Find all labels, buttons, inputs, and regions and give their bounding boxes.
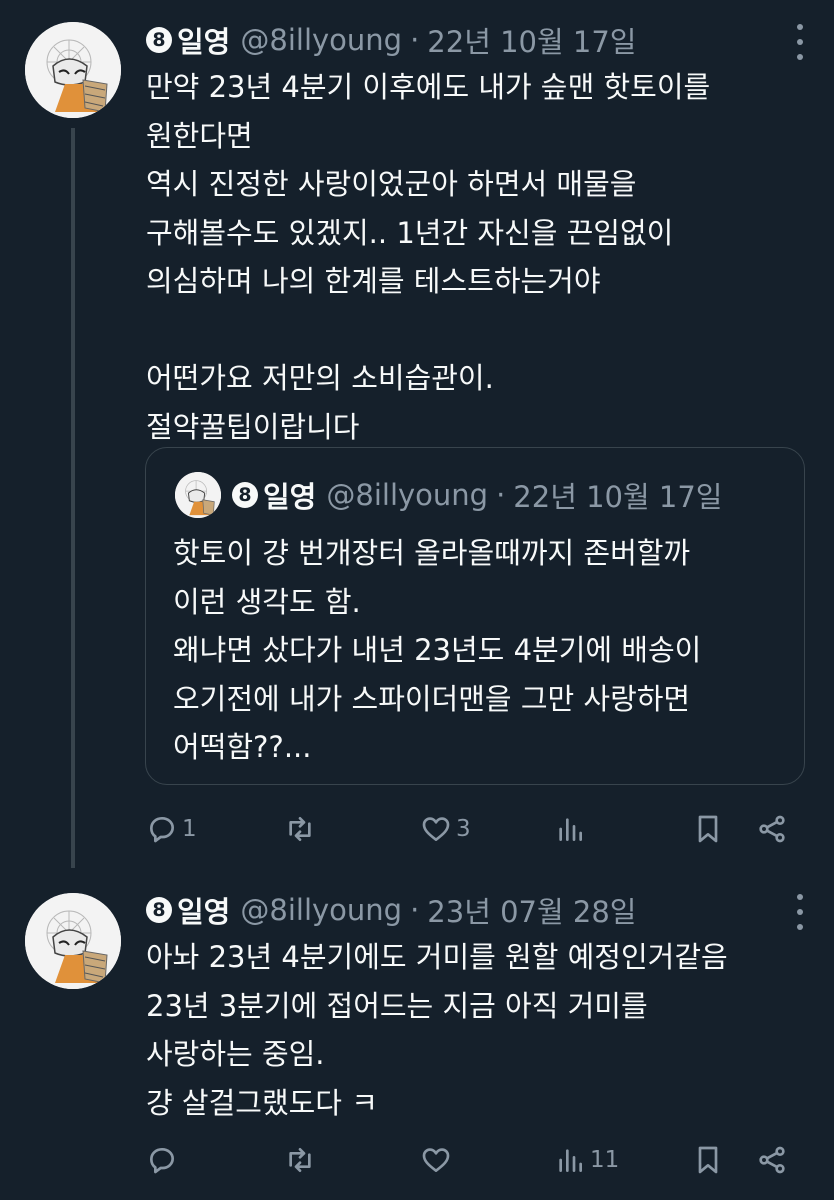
bookmark-icon — [698, 815, 718, 843]
avatar-image — [25, 22, 121, 118]
bookmark-button[interactable] — [692, 1140, 724, 1180]
reply-button[interactable]: 1 — [146, 809, 197, 849]
text-line: 걍 살걸그랬도다 ㅋ — [146, 1085, 378, 1120]
text-line: 오기전에 내가 스파이더맨을 그만 사랑하면 — [173, 681, 691, 716]
avatar-image — [25, 893, 121, 989]
text-line: 핫토이 걍 번개장터 올라올때까지 존버할까 — [173, 536, 691, 570]
views-count: 11 — [590, 1147, 620, 1173]
bookmark-icon — [698, 1146, 718, 1174]
name-badge: 8 — [146, 27, 172, 53]
text-line: 어떤가요 저만의 소비습관이. — [146, 361, 494, 395]
reply-icon — [150, 817, 174, 843]
text-line: 아놔 23년 4분기에도 거미를 원할 예정인거같음 — [146, 940, 728, 974]
quote-text: 핫토이 걍 번개장터 올라올때까지 존버할까 이런 생각도 함. 왜냐면 샀다가… — [173, 529, 701, 772]
bookmark-button[interactable] — [692, 809, 724, 849]
name-badge: 8 — [232, 482, 258, 508]
text-line: 원한다면 — [146, 118, 253, 153]
reply-count: 1 — [182, 816, 197, 842]
user-handle[interactable]: @8illyoung — [326, 478, 488, 512]
thread-line — [71, 128, 75, 868]
tweet-date[interactable]: 22년 10월 17일 — [513, 474, 722, 516]
views-icon — [559, 818, 582, 841]
reply-icon — [150, 1148, 174, 1174]
text-line: 절약꿀팁이랍니다 — [146, 409, 360, 444]
tweet-date[interactable]: 22년 10월 17일 — [427, 19, 636, 61]
share-icon — [759, 815, 785, 843]
tweet-text: 아놔 23년 4분기에도 거미를 원할 예정인거같음 23년 3분기에 접어드는… — [146, 933, 806, 1127]
text-line: 의심하며 나의 한계를 테스트하는거야 — [146, 264, 601, 298]
like-count: 3 — [456, 816, 471, 842]
quoted-tweet[interactable]: 8 일영 @8illyoung · 22년 10월 17일 핫토이 걍 번개장터… — [145, 447, 805, 785]
text-line: 구해볼수도 있겠지.. 1년간 자신을 끈임없이 — [146, 215, 674, 250]
user-handle[interactable]: @8illyoung — [240, 893, 402, 927]
reply-button[interactable] — [146, 1140, 182, 1180]
display-name[interactable]: 일영 — [177, 889, 230, 931]
share-icon — [759, 1146, 785, 1174]
tweet-text: 만약 23년 4분기 이후에도 내가 슾맨 핫토이를 원한다면 역시 진정한 사… — [146, 63, 806, 451]
retweet-icon — [289, 817, 311, 841]
tweet-date[interactable]: 23년 07월 28일 — [427, 889, 636, 931]
retweet-button[interactable] — [284, 1140, 320, 1180]
avatar[interactable] — [25, 22, 121, 118]
more-icon[interactable] — [796, 24, 804, 60]
like-button[interactable]: 3 — [420, 809, 471, 849]
separator: · — [410, 23, 420, 57]
avatar[interactable] — [175, 472, 221, 518]
heart-icon — [422, 1148, 450, 1172]
views-button[interactable] — [554, 809, 590, 849]
retweet-icon — [289, 1148, 311, 1172]
text-line: 어떡함??... — [173, 730, 312, 764]
heart-icon — [422, 817, 450, 841]
quote-header: 8 일영 @8illyoung · 22년 10월 17일 — [232, 475, 722, 515]
tweet-actions: 11 — [146, 1140, 796, 1180]
user-handle[interactable]: @8illyoung — [240, 23, 402, 57]
retweet-button[interactable] — [284, 809, 320, 849]
separator: · — [410, 893, 420, 927]
text-line — [146, 306, 806, 355]
text-line: 만약 23년 4분기 이후에도 내가 슾맨 핫토이를 — [146, 70, 711, 104]
text-line: 역시 진정한 사랑이었군아 하면서 매물을 — [146, 167, 637, 201]
tweet-actions: 1 3 — [146, 809, 796, 849]
text-line: 왜냐면 샀다가 내년 23년도 4분기에 배송이 — [173, 633, 702, 667]
display-name[interactable]: 일영 — [177, 19, 230, 61]
views-icon — [559, 1149, 582, 1172]
like-button[interactable] — [420, 1140, 456, 1180]
avatar[interactable] — [25, 893, 121, 989]
views-button[interactable]: 11 — [554, 1140, 619, 1180]
display-name[interactable]: 일영 — [263, 474, 316, 516]
more-icon[interactable] — [796, 894, 804, 930]
tweet-header: 8 일영 @8illyoung · 22년 10월 17일 — [146, 20, 636, 60]
text-line: 이런 생각도 함. — [173, 584, 361, 619]
name-badge: 8 — [146, 897, 172, 923]
share-button[interactable] — [756, 809, 788, 849]
avatar-image — [175, 472, 221, 518]
tweet-header: 8 일영 @8illyoung · 23년 07월 28일 — [146, 890, 636, 930]
share-button[interactable] — [756, 1140, 788, 1180]
separator: · — [496, 478, 506, 512]
text-line: 사랑하는 중임. — [146, 1037, 325, 1071]
text-line: 23년 3분기에 접어드는 지금 아직 거미를 — [146, 988, 648, 1023]
